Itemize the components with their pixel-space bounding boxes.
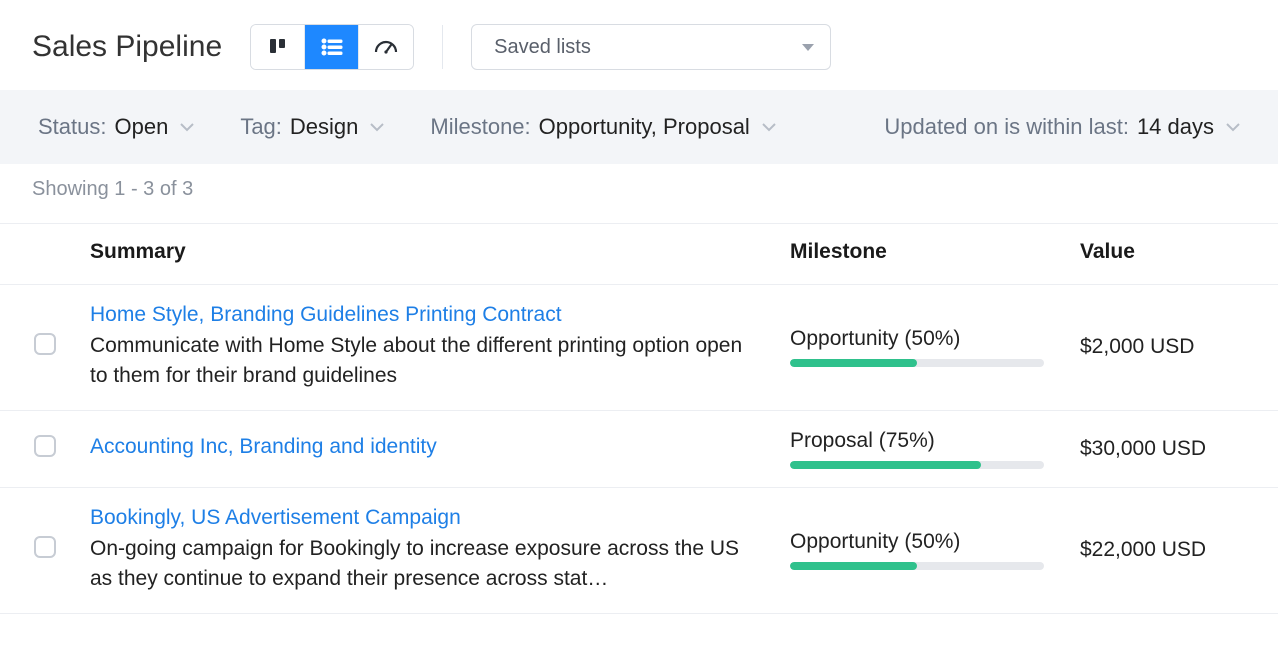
filter-status[interactable]: Status: Open (38, 114, 194, 140)
caret-down-icon (802, 44, 814, 51)
cell-milestone: Proposal (75%) (780, 410, 1070, 487)
cell-summary: Home Style, Branding Guidelines Printing… (80, 285, 780, 411)
view-dashboard-button[interactable] (359, 25, 413, 69)
filter-tag[interactable]: Tag: Design (240, 114, 384, 140)
filter-milestone-value: Opportunity, Proposal (539, 114, 750, 140)
chevron-down-icon (370, 123, 384, 132)
cell-checkbox (0, 410, 80, 487)
cell-value: $2,000 USD (1070, 285, 1278, 411)
milestone-progress-bar (790, 562, 917, 570)
column-checkbox (0, 224, 80, 285)
filter-updated-label: Updated on is within last: (884, 114, 1129, 140)
milestone-label: Opportunity (50%) (790, 327, 1060, 351)
row-checkbox[interactable] (34, 435, 56, 457)
filter-tag-value: Design (290, 114, 358, 140)
table-row: Home Style, Branding Guidelines Printing… (0, 285, 1278, 411)
row-checkbox[interactable] (34, 333, 56, 355)
milestone-progress (790, 562, 1044, 570)
table-header-row: Summary Milestone Value (0, 224, 1278, 285)
view-toggle (250, 24, 414, 70)
page-title: Sales Pipeline (32, 30, 222, 64)
table-row: Accounting Inc, Branding and identity Pro… (0, 410, 1278, 487)
milestone-progress (790, 359, 1044, 367)
filter-bar: Status: Open Tag: Design Milestone: Oppo… (0, 90, 1278, 164)
deal-title-link[interactable]: Accounting Inc, Branding and identity (90, 435, 770, 459)
header: Sales Pipeline (0, 0, 1278, 90)
board-icon (269, 38, 287, 56)
filter-status-label: Status: (38, 114, 106, 140)
milestone-label: Opportunity (50%) (790, 530, 1060, 554)
deal-title-link[interactable]: Bookingly, US Advertisement Campaign (90, 506, 770, 530)
view-list-button[interactable] (305, 25, 359, 69)
milestone-progress-bar (790, 359, 917, 367)
cell-summary: Bookingly, US Advertisement Campaign On-g… (80, 487, 780, 613)
list-icon (321, 38, 343, 56)
cell-checkbox (0, 285, 80, 411)
filter-updated[interactable]: Updated on is within last: 14 days (884, 114, 1240, 140)
milestone-progress (790, 461, 1044, 469)
filter-updated-value: 14 days (1137, 114, 1214, 140)
filter-milestone-label: Milestone: (430, 114, 530, 140)
cell-milestone: Opportunity (50%) (780, 285, 1070, 411)
table-row: Bookingly, US Advertisement Campaign On-g… (0, 487, 1278, 613)
row-checkbox[interactable] (34, 536, 56, 558)
chevron-down-icon (180, 123, 194, 132)
saved-lists-dropdown[interactable]: Saved lists (471, 24, 831, 70)
chevron-down-icon (762, 123, 776, 132)
gauge-icon (374, 38, 398, 56)
cell-value: $22,000 USD (1070, 487, 1278, 613)
cell-checkbox (0, 487, 80, 613)
deals-table: Summary Milestone Value Home Style, Bran… (0, 223, 1278, 614)
deal-description: Communicate with Home Style about the di… (90, 331, 750, 392)
filter-milestone[interactable]: Milestone: Opportunity, Proposal (430, 114, 775, 140)
cell-milestone: Opportunity (50%) (780, 487, 1070, 613)
results-count: Showing 1 - 3 of 3 (0, 164, 1278, 223)
cell-summary: Accounting Inc, Branding and identity (80, 410, 780, 487)
cell-value: $30,000 USD (1070, 410, 1278, 487)
deal-description: On-going campaign for Bookingly to incre… (90, 534, 750, 595)
view-board-button[interactable] (251, 25, 305, 69)
chevron-down-icon (1226, 123, 1240, 132)
column-value[interactable]: Value (1070, 224, 1278, 285)
header-divider (442, 25, 443, 69)
milestone-label: Proposal (75%) (790, 429, 1060, 453)
column-milestone[interactable]: Milestone (780, 224, 1070, 285)
filter-status-value: Open (114, 114, 168, 140)
filter-tag-label: Tag: (240, 114, 282, 140)
deal-title-link[interactable]: Home Style, Branding Guidelines Printing… (90, 303, 770, 327)
saved-lists-label: Saved lists (494, 36, 591, 59)
milestone-progress-bar (790, 461, 981, 469)
column-summary[interactable]: Summary (80, 224, 780, 285)
